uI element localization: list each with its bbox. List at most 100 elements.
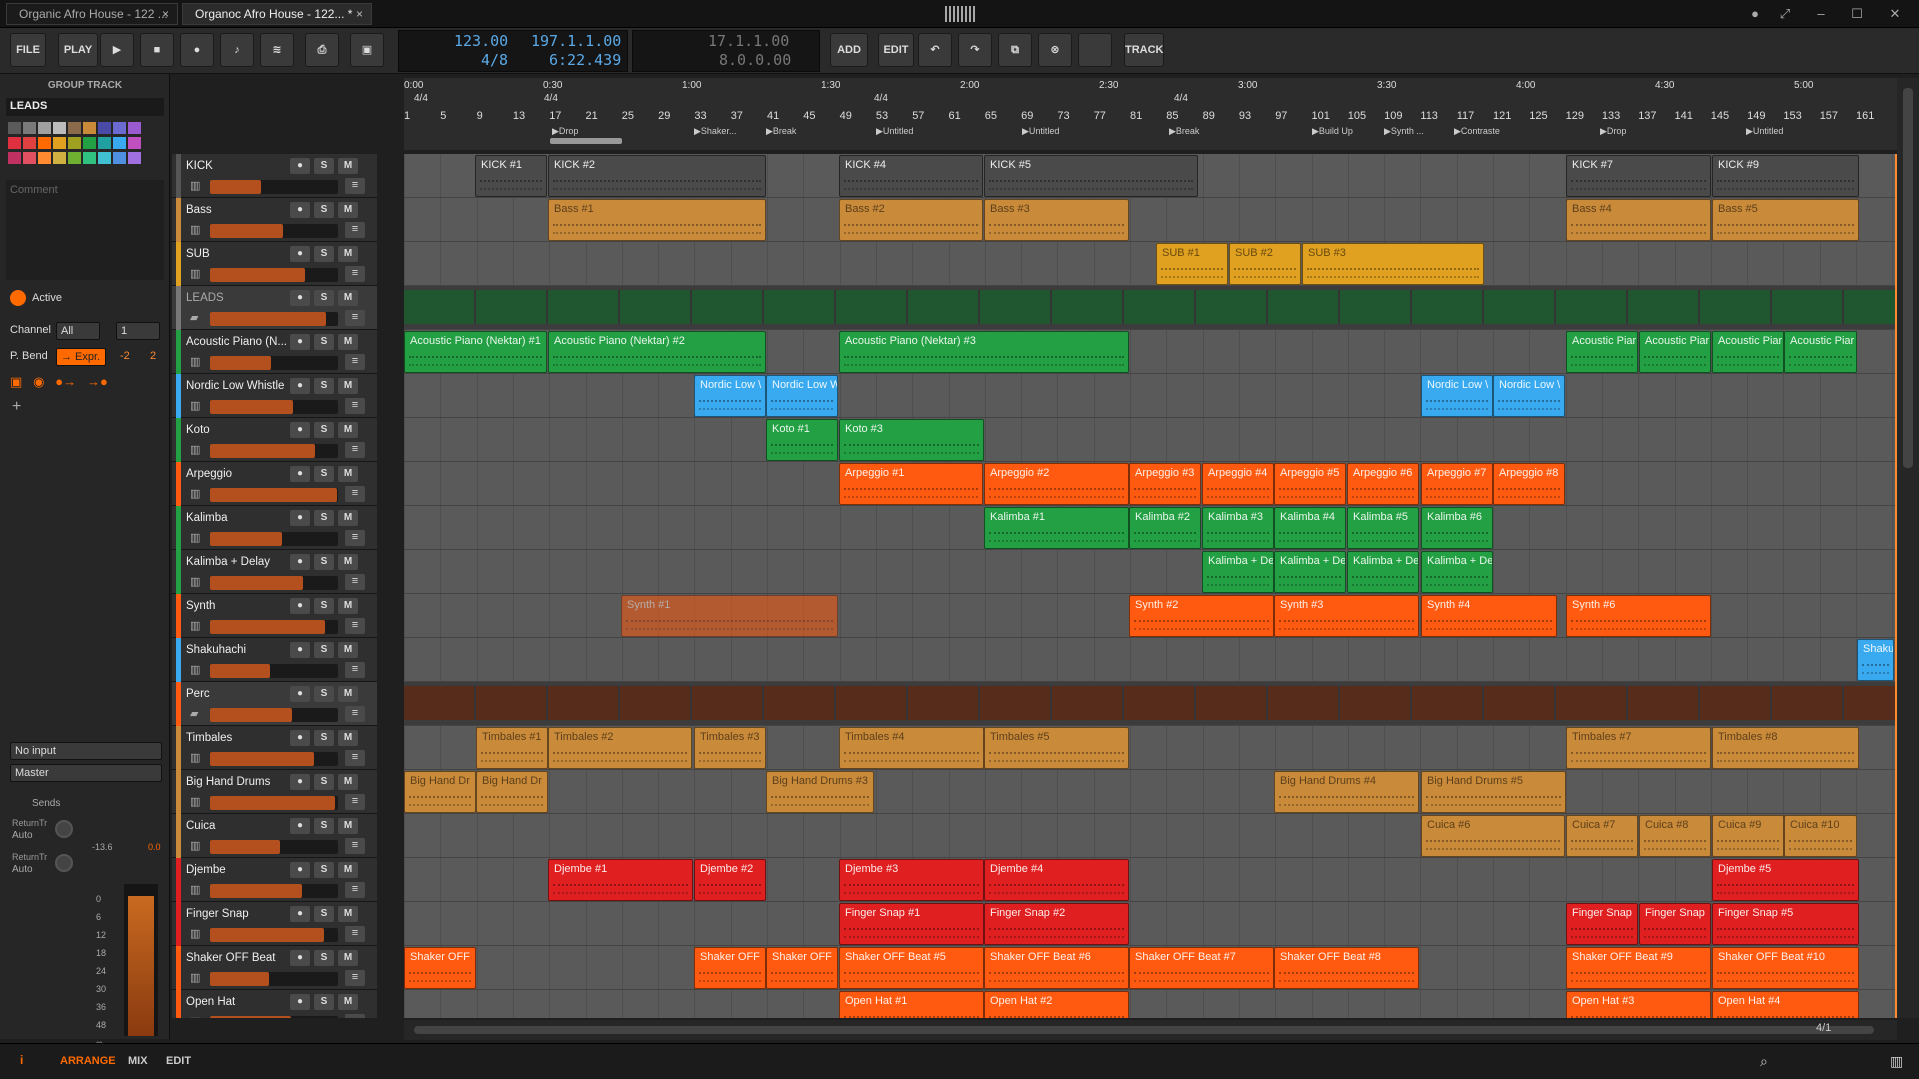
track-menu-icon[interactable]: ≡ — [345, 266, 365, 282]
clip[interactable]: Shaker OFF — [694, 947, 766, 989]
clip[interactable]: Djembe #3 — [839, 859, 984, 901]
track-header[interactable]: Synth ● S M ▥ ≡ — [172, 594, 377, 638]
color-swatch[interactable] — [38, 122, 51, 134]
solo-button[interactable]: S — [314, 730, 334, 746]
color-swatch[interactable] — [23, 122, 36, 134]
clip[interactable]: Finger Snap #2 — [984, 903, 1129, 945]
track-lane[interactable]: Big Hand Dr Big Hand Dr Big Hand Drums #3 B… — [404, 770, 1897, 814]
clip[interactable]: Nordic Low \ — [1421, 375, 1493, 417]
clip[interactable]: Djembe #5 — [1712, 859, 1859, 901]
track-lane[interactable]: Arpeggio #1 Arpeggio #2 Arpeggio #3 Arpeggi… — [404, 462, 1897, 506]
solo-button[interactable]: S — [314, 862, 334, 878]
clip[interactable]: Finger Snap #5 — [1712, 903, 1859, 945]
track-volume-slider[interactable] — [210, 752, 338, 766]
mute-button[interactable]: M — [338, 994, 358, 1010]
clip[interactable]: Timbales #8 — [1712, 727, 1859, 769]
track-menu-icon[interactable]: ≡ — [345, 178, 365, 194]
mute-button[interactable]: M — [338, 862, 358, 878]
clip[interactable]: Shaker OFF Beat #7 — [1129, 947, 1274, 989]
clip[interactable]: Nordic Low \ — [1493, 375, 1565, 417]
send2-auto[interactable]: Auto — [12, 864, 33, 875]
track-lane[interactable]: Finger Snap #1 Finger Snap #2 Finger Snap F… — [404, 902, 1897, 946]
track-lane[interactable]: Open Hat #1 Open Hat #2 Open Hat #3 Open Ha… — [404, 990, 1897, 1018]
mute-button[interactable]: M — [338, 598, 358, 614]
pbend-high[interactable]: 2 — [150, 350, 156, 362]
clip[interactable]: Arpeggio #8 — [1493, 463, 1565, 505]
clip[interactable]: Shaker OFF Beat #9 — [1566, 947, 1711, 989]
track-header[interactable]: Bass ● S M ▥ ≡ — [172, 198, 377, 242]
record-arm-icon[interactable]: ● — [290, 950, 310, 966]
track-volume-slider[interactable] — [210, 576, 338, 590]
clip[interactable]: Kalimba #3 — [1202, 507, 1274, 549]
track-menu-icon[interactable]: ≡ — [345, 750, 365, 766]
clip[interactable]: Koto #1 — [766, 419, 838, 461]
track-header[interactable]: Kalimba + Delay ● S M ▥ ≡ — [172, 550, 377, 594]
track-menu-icon[interactable]: ≡ — [345, 354, 365, 370]
clip[interactable]: Bass #1 — [548, 199, 766, 241]
solo-button[interactable]: S — [314, 422, 334, 438]
pbend-low[interactable]: -2 — [120, 350, 130, 362]
panel-icon[interactable]: ▥ — [1890, 1053, 1903, 1070]
solo-button[interactable]: S — [314, 950, 334, 966]
clip[interactable]: Shakuhachi # — [1857, 639, 1894, 681]
color-swatch[interactable] — [38, 152, 51, 164]
clip[interactable]: Cuica #10 — [1784, 815, 1857, 857]
track-lane[interactable]: Cuica #6 Cuica #7 Cuica #8 Cuica #9 Cuica #1… — [404, 814, 1897, 858]
track-header[interactable]: SUB ● S M ▥ ≡ — [172, 242, 377, 286]
delete-icon[interactable]: ⊗ — [1038, 33, 1072, 67]
clip[interactable]: Acoustic Piar — [1566, 331, 1638, 373]
clip[interactable]: Finger Snap — [1639, 903, 1711, 945]
record-dot-icon[interactable]: ● — [1740, 5, 1770, 23]
color-swatch[interactable] — [128, 152, 141, 164]
clip[interactable]: Timbales #4 — [839, 727, 984, 769]
track-lane[interactable] — [404, 286, 1897, 330]
color-swatch[interactable] — [128, 122, 141, 134]
clip[interactable]: Kalimba #2 — [1129, 507, 1201, 549]
loop-start-value[interactable]: 17.1.1.00 — [708, 32, 789, 50]
mute-button[interactable]: M — [338, 510, 358, 526]
loop-length-value[interactable]: 8.0.0.00 — [719, 51, 791, 69]
track-menu-icon[interactable]: ≡ — [345, 530, 365, 546]
clip[interactable]: KICK #9 — [1712, 155, 1859, 197]
color-swatch[interactable] — [83, 122, 96, 134]
color-swatch[interactable] — [68, 122, 81, 134]
minimize-icon[interactable]: – — [1806, 5, 1836, 23]
solo-button[interactable]: S — [314, 642, 334, 658]
search-icon[interactable]: ⌕ — [1760, 1053, 1768, 1070]
track-volume-slider[interactable] — [210, 884, 338, 898]
solo-button[interactable]: S — [314, 686, 334, 702]
mute-button[interactable]: M — [338, 334, 358, 350]
clip[interactable]: Open Hat #3 — [1566, 991, 1711, 1018]
track-volume-slider[interactable] — [210, 928, 338, 942]
record-arm-icon[interactable]: ● — [290, 730, 310, 746]
file-button[interactable]: FILE — [10, 33, 46, 67]
solo-button[interactable]: S — [314, 510, 334, 526]
track-menu-icon[interactable]: ≡ — [345, 706, 365, 722]
clip[interactable]: Djembe #1 — [548, 859, 693, 901]
track-menu-icon[interactable]: ≡ — [345, 926, 365, 942]
mute-button[interactable]: M — [338, 246, 358, 262]
clip[interactable]: Acoustic Piar — [1712, 331, 1784, 373]
record-arm-icon[interactable]: ● — [290, 818, 310, 834]
automation-icon[interactable]: ♪ — [220, 33, 254, 67]
clip[interactable]: Djembe #4 — [984, 859, 1129, 901]
color-swatch[interactable] — [83, 137, 96, 149]
clip[interactable]: Shaker OFF Beat #8 — [1274, 947, 1419, 989]
add-icon[interactable]: + — [12, 398, 21, 416]
track-header[interactable]: Shakuhachi ● S M ▥ ≡ — [172, 638, 377, 682]
active-toggle[interactable] — [10, 290, 26, 306]
clip[interactable]: Bass #4 — [1566, 199, 1711, 241]
duplicate-icon[interactable]: ⧉ — [998, 33, 1032, 67]
mute-button[interactable]: M — [338, 422, 358, 438]
clip[interactable]: Synth #2 — [1129, 595, 1274, 637]
color-swatch[interactable] — [113, 122, 126, 134]
arranger-timeline[interactable]: KICK #1 KICK #2 KICK #4 KICK #5 KICK #7 KICK … — [404, 154, 1897, 1018]
clip[interactable]: Nordic Low \ — [694, 375, 766, 417]
track-lane[interactable]: Djembe #1 Djembe #2 Djembe #3 Djembe #4 Djem… — [404, 858, 1897, 902]
record-arm-icon[interactable]: ● — [290, 906, 310, 922]
channel-dropdown[interactable]: All — [56, 322, 100, 340]
track-volume-slider[interactable] — [210, 224, 338, 238]
track-menu-icon[interactable]: ≡ — [345, 398, 365, 414]
track-header[interactable]: Nordic Low Whistle ● S M ▥ ≡ — [172, 374, 377, 418]
clip[interactable]: Shaker OFF — [404, 947, 476, 989]
